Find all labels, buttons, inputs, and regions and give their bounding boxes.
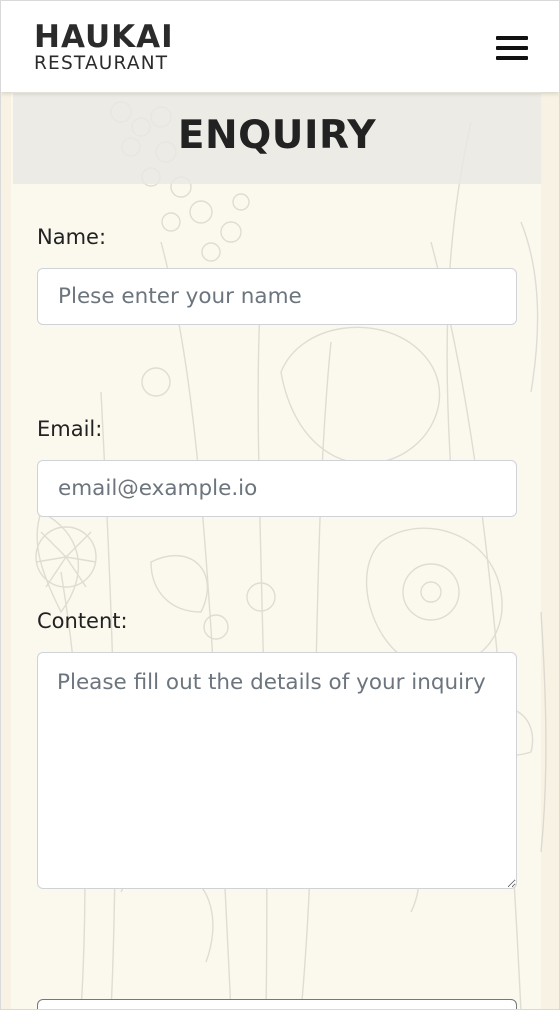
restaurant-logo[interactable]: HAUKAI RESTAURANT bbox=[34, 21, 174, 74]
menu-bar bbox=[496, 36, 528, 40]
content-label: Content: bbox=[37, 609, 128, 633]
email-input[interactable] bbox=[37, 460, 517, 517]
next-form-field[interactable] bbox=[37, 999, 517, 1009]
logo-sub-text: RESTAURANT bbox=[34, 53, 169, 74]
site-header: HAUKAI RESTAURANT bbox=[1, 1, 559, 92]
page-frame: HAUKAI RESTAURANT ENQUIRY Name: Plese en… bbox=[0, 0, 560, 1010]
content-textarea[interactable] bbox=[37, 652, 517, 889]
name-input[interactable] bbox=[37, 268, 517, 325]
email-label: Email: bbox=[37, 417, 103, 441]
page-title: ENQUIRY bbox=[177, 113, 377, 158]
menu-bar bbox=[496, 46, 528, 50]
menu-bar bbox=[496, 56, 528, 60]
hamburger-menu-icon[interactable] bbox=[496, 34, 528, 62]
name-label: Name: bbox=[37, 225, 107, 249]
logo-main-text: HAUKAI bbox=[34, 19, 174, 55]
